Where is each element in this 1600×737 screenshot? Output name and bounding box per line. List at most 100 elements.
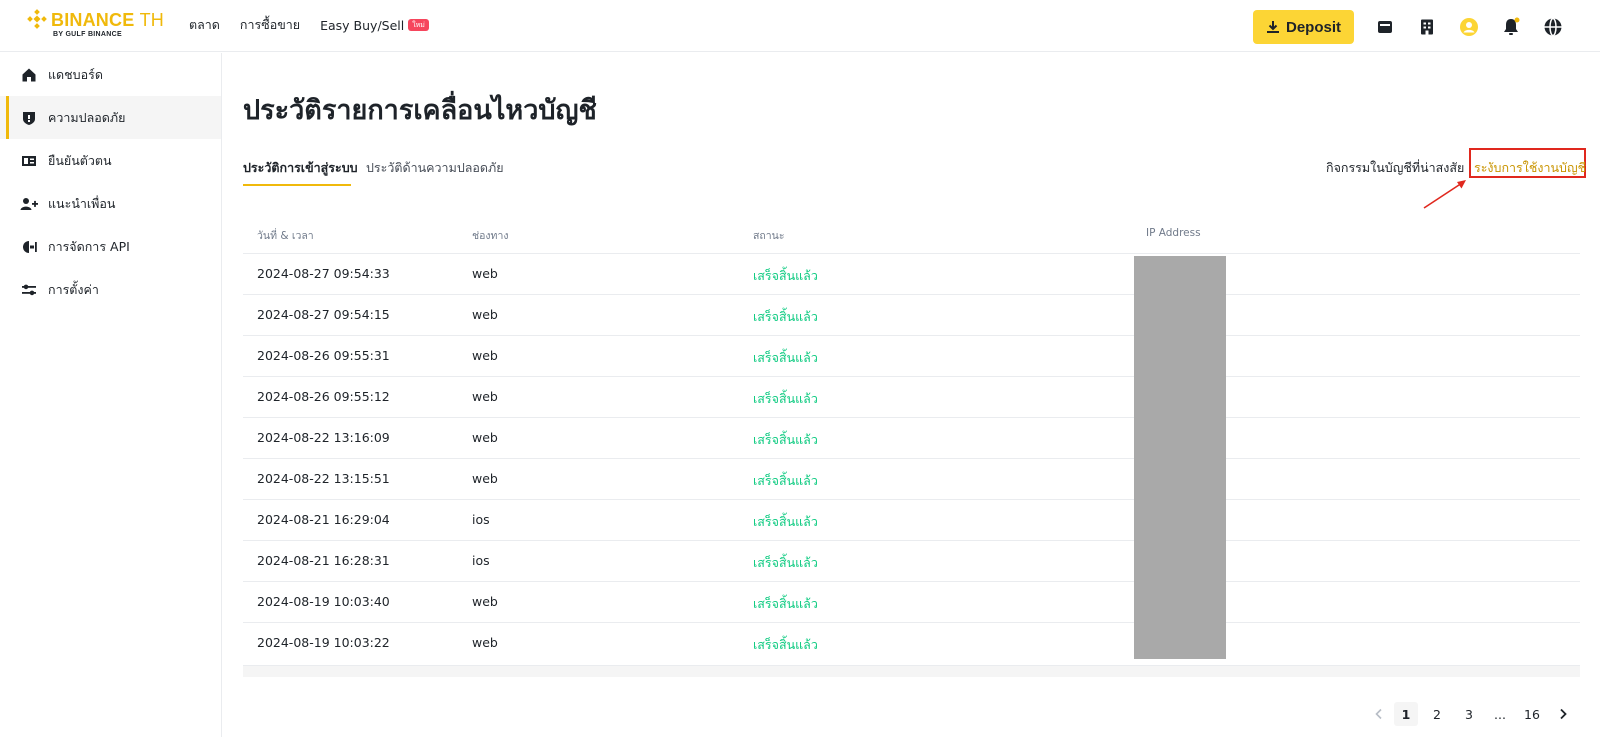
column-header-channel: ช่องทาง (472, 230, 509, 242)
row-datetime: 2024-08-19 10:03:22 (257, 635, 390, 650)
sidebar-item-label: การจัดการ API (48, 238, 130, 254)
row-datetime: 2024-08-26 09:55:12 (257, 389, 390, 404)
download-icon (1266, 21, 1279, 33)
row-status: เสร็จสิ้นแล้ว (753, 473, 818, 488)
nav-trade[interactable]: การซื้อขาย (240, 15, 300, 35)
freeze-account-link[interactable]: ระงับการใช้งานบัญชี (1474, 158, 1586, 178)
page-ellipsis: ... (1494, 706, 1506, 722)
page-16-button[interactable]: 16 (1520, 702, 1544, 726)
page-1-button[interactable]: 1 (1394, 702, 1418, 726)
tab-login-history[interactable]: ประวัติการเข้าสู่ระบบ (243, 158, 358, 178)
row-status: เสร็จสิ้นแล้ว (753, 309, 818, 324)
row-datetime: 2024-08-21 16:28:31 (257, 553, 390, 568)
binance-logo-icon (27, 9, 47, 29)
column-header-ip: IP Address (1146, 227, 1201, 239)
row-channel: web (472, 389, 498, 404)
orders-icon[interactable] (1416, 16, 1438, 38)
table-row: 2024-08-19 10:03:40 web เสร็จสิ้นแล้ว (243, 581, 1580, 622)
tab-security-history[interactable]: ประวัติด้านความปลอดภัย (366, 158, 504, 178)
new-badge: ใหม่ (408, 19, 429, 31)
row-status: เสร็จสิ้นแล้ว (753, 637, 818, 652)
nav-easy-buy-sell-label: Easy Buy/Sell (320, 17, 405, 33)
binance-th-logo[interactable]: BINANCE TH BY GULF BINANCE (27, 9, 167, 43)
sidebar-item-identity[interactable]: ยืนยันตัวตน (0, 139, 221, 182)
sidebar-item-label: ความปลอดภัย (48, 109, 126, 125)
row-channel: web (472, 348, 498, 363)
sidebar-item-label: การตั้งค่า (48, 281, 99, 297)
prev-page-icon[interactable] (1367, 702, 1391, 726)
wallet-icon[interactable] (1374, 16, 1396, 38)
row-channel: web (472, 307, 498, 322)
row-datetime: 2024-08-22 13:16:09 (257, 430, 390, 445)
row-channel: web (472, 594, 498, 609)
sidebar-item-label: แดชบอร์ด (48, 66, 103, 82)
globe-icon[interactable] (1542, 16, 1564, 38)
table-row: 2024-08-26 09:55:12 web เสร็จสิ้นแล้ว (243, 376, 1580, 417)
top-navigation-bar: BINANCE TH BY GULF BINANCE ตลาด การซื้อข… (0, 0, 1600, 52)
row-datetime: 2024-08-27 09:54:15 (257, 307, 390, 322)
ip-address-redaction (1134, 256, 1226, 659)
table-row: 2024-08-21 16:28:31 ios เสร็จสิ้นแล้ว (243, 540, 1580, 581)
row-channel: web (472, 635, 498, 650)
page-3-button[interactable]: 3 (1457, 702, 1481, 726)
annotation-arrow-icon (1423, 180, 1466, 209)
add-user-icon (20, 195, 38, 213)
suspicious-activity-link[interactable]: กิจกรรมในบัญชีที่น่าสงสัย (1326, 158, 1464, 178)
row-status: เสร็จสิ้นแล้ว (753, 555, 818, 570)
sidebar-item-referral[interactable]: แนะนำเพื่อน (0, 182, 221, 225)
shield-icon (20, 109, 38, 127)
table-row: 2024-08-22 13:16:09 web เสร็จสิ้นแล้ว (243, 417, 1580, 458)
sidebar-item-label: ยืนยันตัวตน (48, 152, 112, 168)
account-sidebar: แดชบอร์ด ความปลอดภัย ยืนยันตัวตน แนะนำเพ… (0, 53, 222, 737)
row-status: เสร็จสิ้นแล้ว (753, 268, 818, 283)
row-status: เสร็จสิ้นแล้ว (753, 432, 818, 447)
row-datetime: 2024-08-26 09:55:31 (257, 348, 390, 363)
row-status: เสร็จสิ้นแล้ว (753, 514, 818, 529)
row-channel: web (472, 266, 498, 281)
page-2-button[interactable]: 2 (1425, 702, 1449, 726)
column-header-status: สถานะ (753, 230, 785, 242)
nav-market[interactable]: ตลาด (189, 15, 220, 35)
table-row: 2024-08-27 09:54:15 web เสร็จสิ้นแล้ว (243, 294, 1580, 335)
id-card-icon (20, 152, 38, 170)
table-row: 2024-08-19 10:03:22 web เสร็จสิ้นแล้ว (243, 622, 1580, 663)
table-horizontal-scrollbar[interactable] (243, 665, 1580, 677)
sidebar-item-security[interactable]: ความปลอดภัย (0, 96, 221, 139)
brand-subtitle: BY GULF BINANCE (53, 31, 122, 38)
nav-easy-buy-sell[interactable]: Easy Buy/Sell ใหม่ (320, 18, 429, 33)
brand-name: BINANCE (51, 10, 135, 30)
table-row: 2024-08-22 13:15:51 web เสร็จสิ้นแล้ว (243, 458, 1580, 499)
home-icon (20, 66, 38, 84)
table-row: 2024-08-27 09:54:33 web เสร็จสิ้นแล้ว (243, 253, 1580, 294)
deposit-button[interactable]: Deposit (1253, 10, 1354, 44)
sidebar-item-api[interactable]: การจัดการ API (0, 225, 221, 268)
table-row: 2024-08-21 16:29:04 ios เสร็จสิ้นแล้ว (243, 499, 1580, 540)
column-header-datetime: วันที่ & เวลา (257, 230, 314, 242)
sidebar-item-label: แนะนำเพื่อน (48, 195, 116, 211)
deposit-label: Deposit (1285, 18, 1341, 36)
row-channel: ios (472, 512, 490, 527)
brand-suffix: TH (139, 10, 165, 30)
row-status: เสร็จสิ้นแล้ว (753, 350, 818, 365)
profile-icon[interactable] (1458, 16, 1480, 38)
notification-icon[interactable] (1500, 16, 1522, 38)
row-channel: ios (472, 553, 490, 568)
page-title: ประวัติรายการเคลื่อนไหวบัญชี (243, 95, 597, 126)
next-page-icon[interactable] (1551, 702, 1575, 726)
active-tab-indicator (243, 184, 351, 186)
row-channel: web (472, 430, 498, 445)
sidebar-item-settings[interactable]: การตั้งค่า (0, 268, 221, 311)
row-datetime: 2024-08-19 10:03:40 (257, 594, 390, 609)
sidebar-item-dashboard[interactable]: แดชบอร์ด (0, 53, 221, 96)
row-datetime: 2024-08-27 09:54:33 (257, 266, 390, 281)
settings-icon (20, 281, 38, 299)
row-status: เสร็จสิ้นแล้ว (753, 391, 818, 406)
main-nav: ตลาด การซื้อขาย Easy Buy/Sell ใหม่ (189, 15, 449, 35)
row-datetime: 2024-08-22 13:15:51 (257, 471, 390, 486)
table-row: 2024-08-26 09:55:31 web เสร็จสิ้นแล้ว (243, 335, 1580, 376)
row-datetime: 2024-08-21 16:29:04 (257, 512, 390, 527)
row-channel: web (472, 471, 498, 486)
api-icon (20, 238, 38, 256)
row-status: เสร็จสิ้นแล้ว (753, 596, 818, 611)
table-header: วันที่ & เวลา ช่องทาง สถานะ IP Address (243, 218, 1580, 253)
